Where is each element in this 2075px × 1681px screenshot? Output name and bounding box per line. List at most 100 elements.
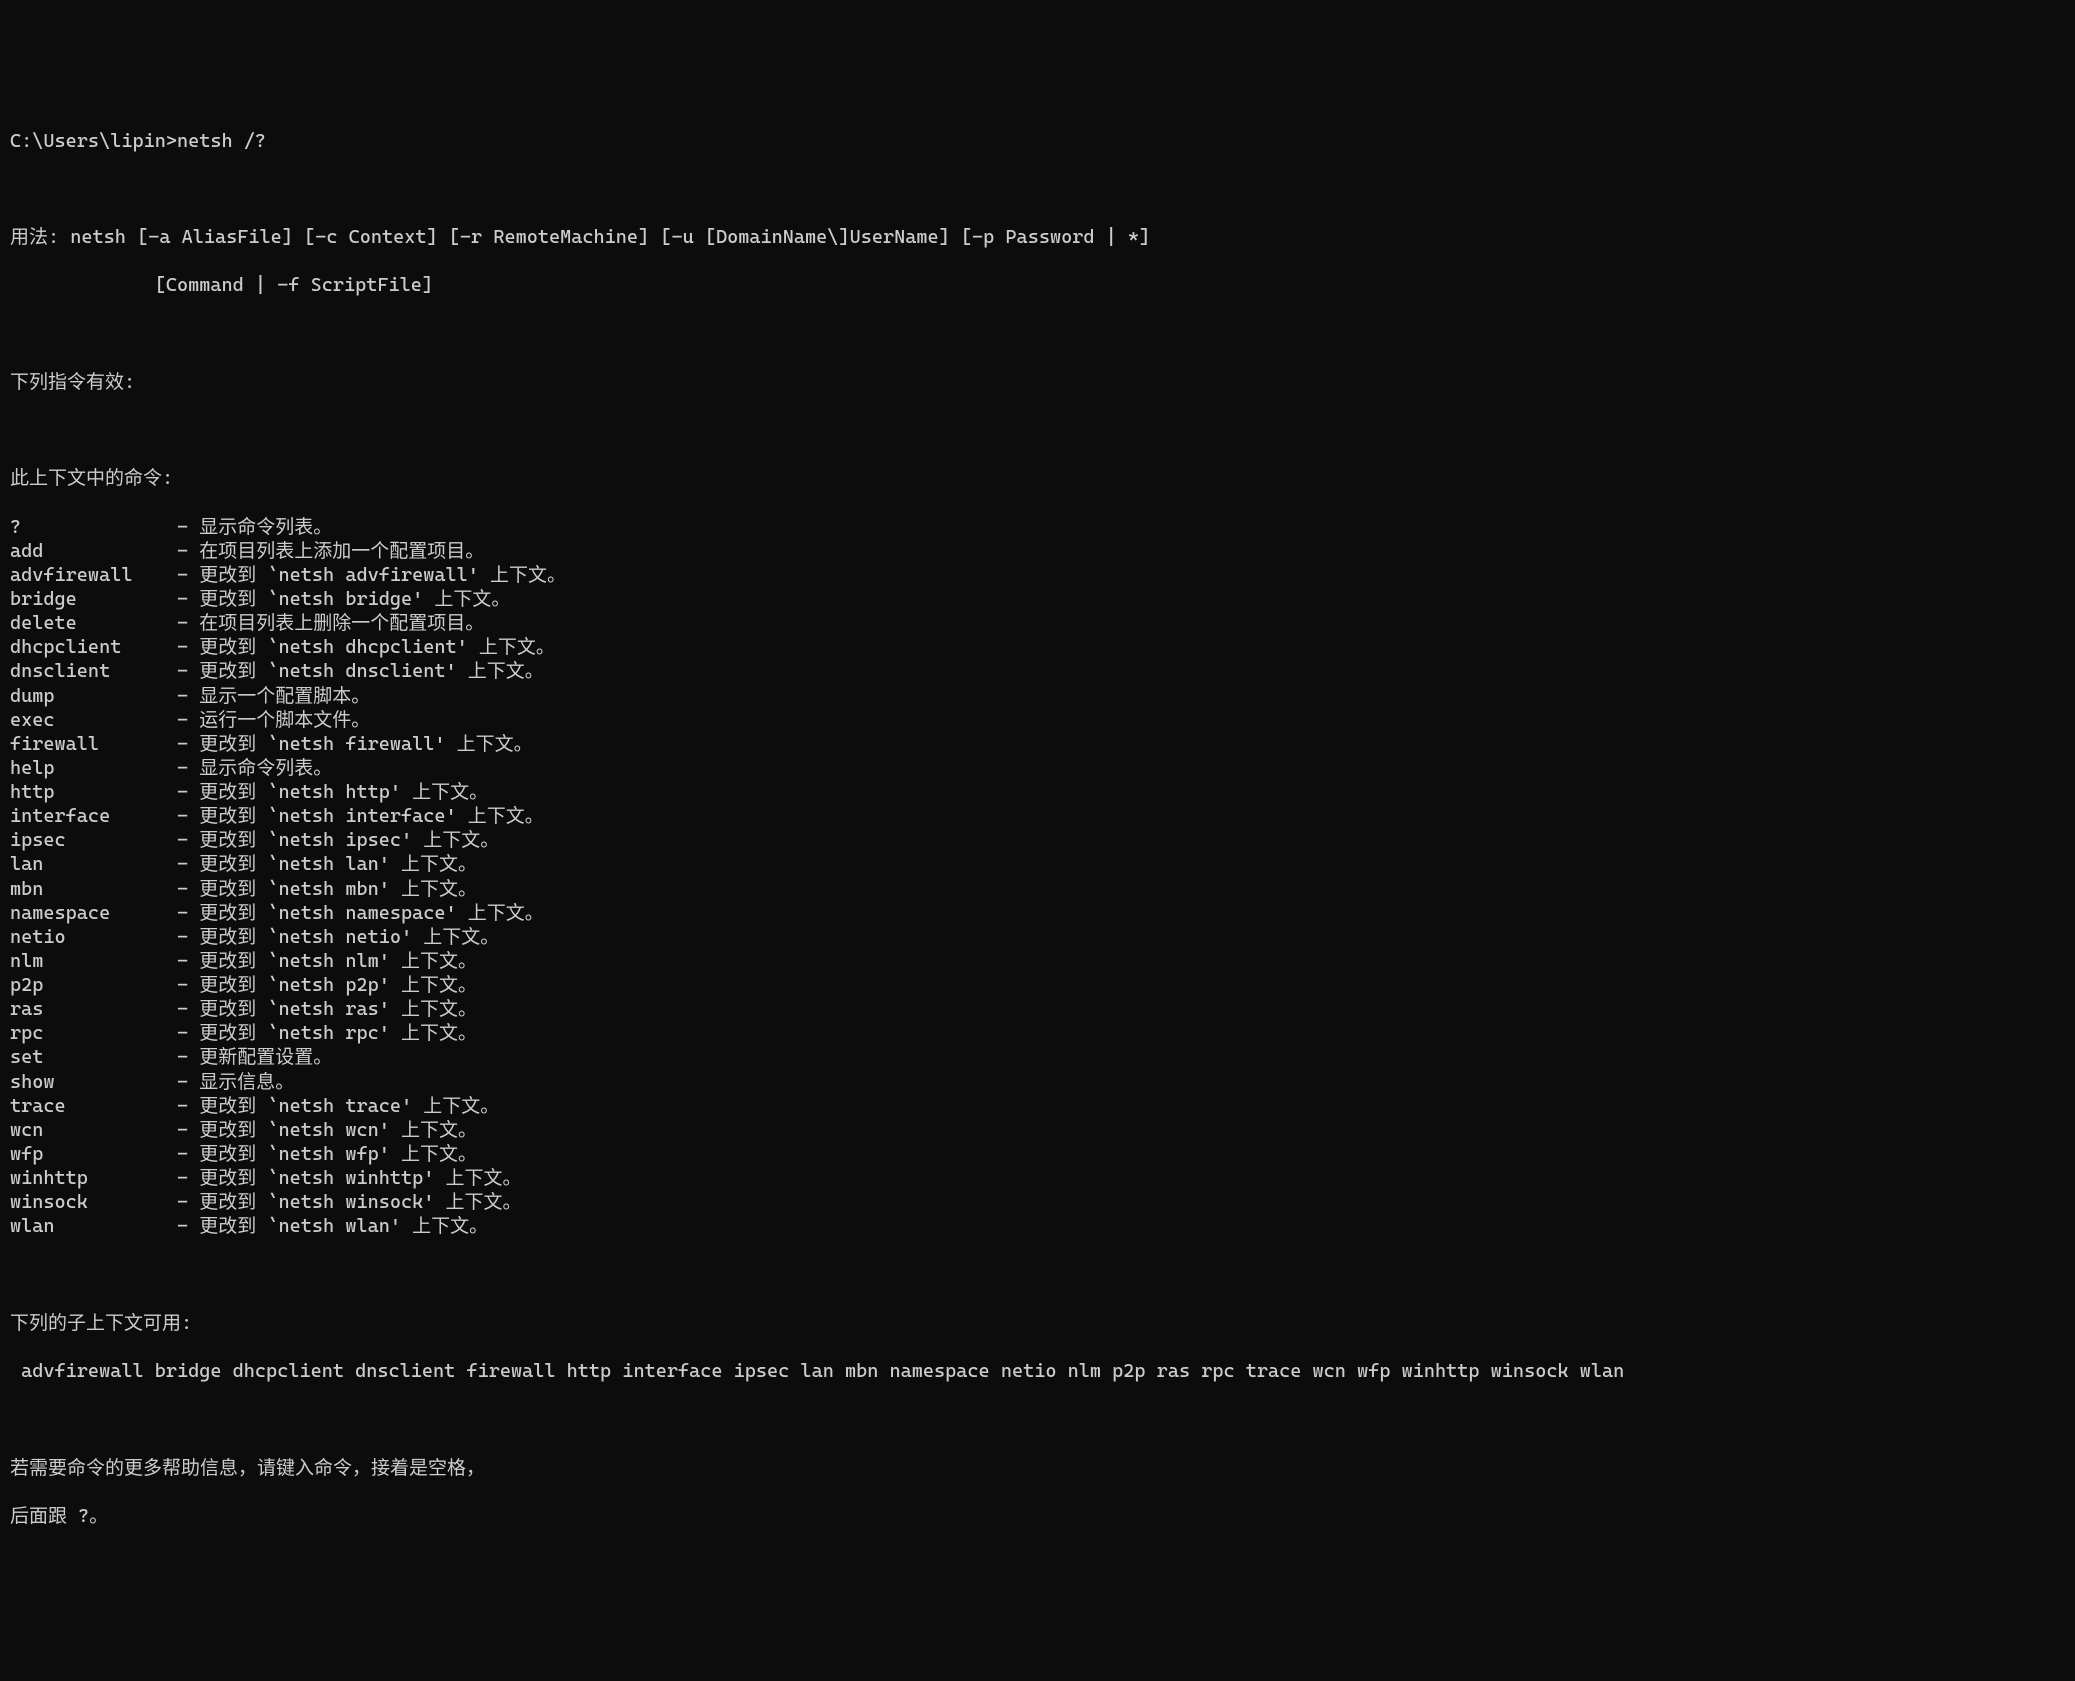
command-description: 更改到 `netsh rpc' 上下文。 [199, 1021, 477, 1045]
command-description: 显示一个配置脚本。 [199, 684, 370, 708]
command-separator: - [177, 877, 199, 901]
command-name: firewall [10, 732, 177, 756]
command-separator: - [177, 635, 199, 659]
command-name: delete [10, 611, 177, 635]
command-row: ras- 更改到 `netsh ras' 上下文。 [10, 997, 2065, 1021]
blank-line [10, 1263, 2065, 1287]
command-name: rpc [10, 1021, 177, 1045]
command-row: mbn- 更改到 `netsh mbn' 上下文。 [10, 877, 2065, 901]
command-row: interface- 更改到 `netsh interface' 上下文。 [10, 804, 2065, 828]
command-name: wlan [10, 1214, 177, 1238]
command-row: nlm- 更改到 `netsh nlm' 上下文。 [10, 949, 2065, 973]
command-separator: - [177, 1214, 199, 1238]
command-separator: - [177, 539, 199, 563]
command-row: rpc- 更改到 `netsh rpc' 上下文。 [10, 1021, 2065, 1045]
command-separator: - [177, 611, 199, 635]
command-separator: - [177, 1094, 199, 1118]
command-name: add [10, 539, 177, 563]
command-description: 更改到 `netsh mbn' 上下文。 [199, 877, 477, 901]
command-description: 更改到 `netsh bridge' 上下文。 [199, 587, 510, 611]
command-row: winhttp- 更改到 `netsh winhttp' 上下文。 [10, 1166, 2065, 1190]
command-description: 更改到 `netsh ipsec' 上下文。 [199, 828, 499, 852]
command-row: wlan- 更改到 `netsh wlan' 上下文。 [10, 1214, 2065, 1238]
command-row: dhcpclient- 更改到 `netsh dhcpclient' 上下文。 [10, 635, 2065, 659]
command-row: set- 更新配置设置。 [10, 1045, 2065, 1069]
command-description: 更改到 `netsh dnsclient' 上下文。 [199, 659, 544, 683]
command-name: ras [10, 997, 177, 1021]
blank-line [10, 1407, 2065, 1431]
help-hint-line: 若需要命令的更多帮助信息，请键入命令，接着是空格， [10, 1456, 2065, 1480]
command-description: 更改到 `netsh p2p' 上下文。 [199, 973, 477, 997]
command-name: bridge [10, 587, 177, 611]
command-description: 在项目列表上删除一个配置项目。 [199, 611, 484, 635]
command-separator: - [177, 804, 199, 828]
command-name: help [10, 756, 177, 780]
command-separator: - [177, 732, 199, 756]
command-row: firewall- 更改到 `netsh firewall' 上下文。 [10, 732, 2065, 756]
command-description: 更改到 `netsh namespace' 上下文。 [199, 901, 544, 925]
command-description: 更改到 `netsh advfirewall' 上下文。 [199, 563, 566, 587]
command-description: 更改到 `netsh firewall' 上下文。 [199, 732, 532, 756]
subcontexts-header: 下列的子上下文可用: [10, 1311, 2065, 1335]
usage-line: 用法: netsh [-a AliasFile] [-c Context] [-… [10, 225, 2065, 249]
command-row: netio- 更改到 `netsh netio' 上下文。 [10, 925, 2065, 949]
command-separator: - [177, 1045, 199, 1069]
command-name: http [10, 780, 177, 804]
command-row: wcn- 更改到 `netsh wcn' 上下文。 [10, 1118, 2065, 1142]
command-separator: - [177, 708, 199, 732]
command-separator: - [177, 684, 199, 708]
terminal-output[interactable]: C:\Users\lipin>netsh /? 用法: netsh [-a Al… [10, 105, 2065, 1553]
command-description: 在项目列表上添加一个配置项目。 [199, 539, 484, 563]
command-name: lan [10, 852, 177, 876]
blank-line [10, 418, 2065, 442]
command-separator: - [177, 1021, 199, 1045]
command-separator: - [177, 563, 199, 587]
command-name: trace [10, 1094, 177, 1118]
command-separator: - [177, 852, 199, 876]
command-name: winsock [10, 1190, 177, 1214]
command-separator: - [177, 780, 199, 804]
command-name: show [10, 1070, 177, 1094]
command-description: 更改到 `netsh trace' 上下文。 [199, 1094, 499, 1118]
command-name: interface [10, 804, 177, 828]
command-description: 显示命令列表。 [199, 756, 332, 780]
command-list: ?- 显示命令列表。add- 在项目列表上添加一个配置项目。advfirewal… [10, 515, 2065, 1239]
command-row: delete- 在项目列表上删除一个配置项目。 [10, 611, 2065, 635]
command-description: 更改到 `netsh wfp' 上下文。 [199, 1142, 477, 1166]
command-separator: - [177, 1190, 199, 1214]
valid-commands-header: 下列指令有效: [10, 370, 2065, 394]
command-row: wfp- 更改到 `netsh wfp' 上下文。 [10, 1142, 2065, 1166]
command-separator: - [177, 1142, 199, 1166]
command-row: winsock- 更改到 `netsh winsock' 上下文。 [10, 1190, 2065, 1214]
command-description: 更改到 `netsh ras' 上下文。 [199, 997, 477, 1021]
command-separator: - [177, 756, 199, 780]
command-separator: - [177, 901, 199, 925]
command-row: exec- 运行一个脚本文件。 [10, 708, 2065, 732]
command-name: namespace [10, 901, 177, 925]
command-row: namespace- 更改到 `netsh namespace' 上下文。 [10, 901, 2065, 925]
command-description: 更改到 `netsh http' 上下文。 [199, 780, 488, 804]
command-separator: - [177, 973, 199, 997]
command-description: 更改到 `netsh lan' 上下文。 [199, 852, 477, 876]
command-description: 更改到 `netsh dhcpclient' 上下文。 [199, 635, 555, 659]
command-name: p2p [10, 973, 177, 997]
command-name: dnsclient [10, 659, 177, 683]
command-separator: - [177, 949, 199, 973]
command-separator: - [177, 997, 199, 1021]
command-name: nlm [10, 949, 177, 973]
command-name: ? [10, 515, 177, 539]
command-row: dnsclient- 更改到 `netsh dnsclient' 上下文。 [10, 659, 2065, 683]
command-separator: - [177, 1070, 199, 1094]
command-name: dhcpclient [10, 635, 177, 659]
command-separator: - [177, 828, 199, 852]
command-row: bridge- 更改到 `netsh bridge' 上下文。 [10, 587, 2065, 611]
command-separator: - [177, 515, 199, 539]
command-row: p2p- 更改到 `netsh p2p' 上下文。 [10, 973, 2065, 997]
blank-line [10, 177, 2065, 201]
context-commands-header: 此上下文中的命令: [10, 466, 2065, 490]
command-separator: - [177, 1166, 199, 1190]
command-separator: - [177, 1118, 199, 1142]
command-description: 更改到 `netsh nlm' 上下文。 [199, 949, 477, 973]
command-description: 更改到 `netsh wcn' 上下文。 [199, 1118, 477, 1142]
command-row: ?- 显示命令列表。 [10, 515, 2065, 539]
